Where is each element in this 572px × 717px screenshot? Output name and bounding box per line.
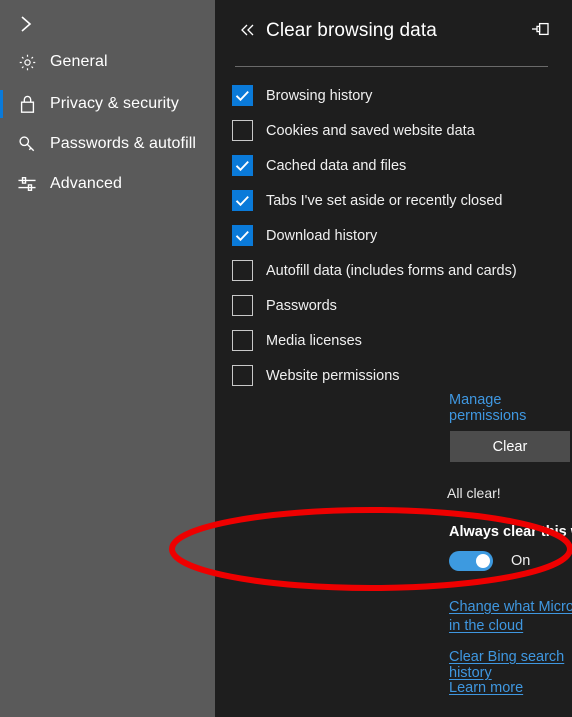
checkbox-label: Cached data and files xyxy=(266,157,407,174)
checkbox-row-passwords[interactable]: Passwords xyxy=(215,288,572,323)
header-divider xyxy=(235,66,548,67)
checkbox-label: Download history xyxy=(266,227,378,244)
toggle-state-label: On xyxy=(511,553,531,569)
checkbox-website-permissions[interactable] xyxy=(232,365,253,386)
checkbox-browsing-history[interactable] xyxy=(232,85,253,106)
settings-sidebar: General Privacy & security Passwords & a… xyxy=(0,0,215,717)
checkbox-row-website-permissions[interactable]: Website permissions xyxy=(215,358,572,393)
pin-pane-button[interactable] xyxy=(527,17,555,45)
double-chevron-left-icon xyxy=(240,22,256,41)
checkbox-download-history[interactable] xyxy=(232,225,253,246)
sidebar-item-privacy-security[interactable]: Privacy & security xyxy=(0,84,215,124)
gear-icon xyxy=(12,53,42,72)
checkbox-label: Website permissions xyxy=(266,367,400,384)
sidebar-item-label: General xyxy=(50,53,108,70)
checkbox-row-autofill-data[interactable]: Autofill data (includes forms and cards) xyxy=(215,253,572,288)
sidebar-item-label: Passwords & autofill xyxy=(50,135,197,152)
selected-indicator xyxy=(0,90,3,118)
change-cloud-data-link[interactable]: Change what Microsoft Edge knows about m… xyxy=(449,598,572,636)
clear-browsing-data-panel: Clear browsing data Browsing history Coo… xyxy=(215,0,572,717)
checkbox-row-cookies[interactable]: Cookies and saved website data xyxy=(215,113,572,148)
edge-settings-window: General Privacy & security Passwords & a… xyxy=(0,0,572,717)
back-button[interactable] xyxy=(231,14,265,48)
always-clear-toggle[interactable] xyxy=(449,551,493,571)
sliders-icon xyxy=(12,175,42,193)
lock-icon xyxy=(12,94,42,114)
checkbox-label: Cookies and saved website data xyxy=(266,122,475,139)
chevron-right-icon xyxy=(20,15,32,33)
checkbox-label: Autofill data (includes forms and cards) xyxy=(266,262,517,279)
sidebar-item-passwords-autofill[interactable]: Passwords & autofill xyxy=(0,124,215,164)
checkbox-row-browsing-history[interactable]: Browsing history xyxy=(215,78,572,113)
checkbox-row-media-licenses[interactable]: Media licenses xyxy=(215,323,572,358)
always-clear-toggle-row: On xyxy=(449,551,530,571)
sidebar-item-general[interactable]: General xyxy=(0,42,215,82)
page-title: Clear browsing data xyxy=(266,20,437,41)
pin-icon xyxy=(531,21,551,42)
status-text: All clear! xyxy=(447,485,501,501)
checkbox-row-tabs-set-aside[interactable]: Tabs I've set aside or recently closed xyxy=(215,183,572,218)
checkbox-media-licenses[interactable] xyxy=(232,330,253,351)
checkbox-label: Passwords xyxy=(266,297,337,314)
checkbox-cookies[interactable] xyxy=(232,120,253,141)
sidebar-item-label: Advanced xyxy=(50,175,122,192)
key-icon xyxy=(12,134,42,154)
checkbox-tabs-set-aside[interactable] xyxy=(232,190,253,211)
checkbox-autofill-data[interactable] xyxy=(232,260,253,281)
always-clear-setting-label: Always clear this when I close the brows… xyxy=(449,524,572,540)
sidebar-item-advanced[interactable]: Advanced xyxy=(0,164,215,204)
checkbox-row-cached-data[interactable]: Cached data and files xyxy=(215,148,572,183)
checkbox-label: Tabs I've set aside or recently closed xyxy=(266,192,503,209)
toggle-knob xyxy=(476,554,490,568)
clear-button[interactable]: Clear xyxy=(450,431,570,462)
checkbox-label: Media licenses xyxy=(266,332,362,349)
checkbox-cached-data[interactable] xyxy=(232,155,253,176)
checkbox-row-download-history[interactable]: Download history xyxy=(215,218,572,253)
panel-header: Clear browsing data xyxy=(215,0,572,66)
clear-data-options-list: Browsing history Cookies and saved websi… xyxy=(215,78,572,393)
expand-sidebar-button[interactable] xyxy=(6,4,46,44)
checkbox-passwords[interactable] xyxy=(232,295,253,316)
learn-more-link[interactable]: Learn more xyxy=(449,680,523,696)
manage-permissions-link[interactable]: Manage permissions xyxy=(449,392,572,424)
clear-bing-history-link[interactable]: Clear Bing search history xyxy=(449,649,572,681)
sidebar-item-label: Privacy & security xyxy=(50,95,179,112)
checkbox-label: Browsing history xyxy=(266,87,373,104)
